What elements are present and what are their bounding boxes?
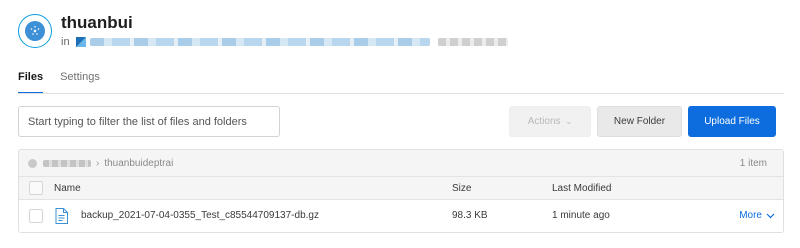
actions-button[interactable]: Actions ⌄ [509, 106, 591, 137]
bucket-dot-icon [28, 158, 37, 168]
item-count: 1 item [739, 158, 767, 169]
redacted-path-suffix [437, 38, 508, 46]
column-size[interactable]: Size [452, 183, 471, 194]
new-folder-button[interactable]: New Folder [597, 106, 682, 137]
page-title: thuanbui [61, 13, 133, 32]
more-button[interactable]: More [739, 210, 775, 221]
actions-label: Actions [527, 116, 561, 127]
select-all-checkbox[interactable] [29, 181, 43, 195]
more-label: More [739, 210, 762, 221]
breadcrumb-current: thuanbuideptrai [104, 157, 174, 169]
column-last-modified[interactable]: Last Modified [552, 183, 611, 194]
bucket-location: in [61, 36, 508, 48]
redacted-path[interactable] [89, 38, 430, 46]
file-document-icon [55, 208, 68, 224]
chevron-right-icon: › [96, 157, 100, 169]
filter-input[interactable] [18, 106, 280, 137]
file-size: 98.3 KB [452, 210, 488, 221]
avatar [18, 14, 52, 48]
globe-icon [25, 21, 45, 41]
bucket-header: thuanbui in [18, 13, 778, 50]
file-name[interactable]: backup_2021-07-04-0355_Test_c85544709137… [81, 210, 319, 221]
upload-files-button[interactable]: Upload Files [688, 106, 776, 137]
column-name[interactable]: Name [54, 183, 81, 194]
tab-divider [18, 93, 784, 94]
row-checkbox[interactable] [29, 209, 43, 223]
bucket-icon [75, 37, 86, 47]
tab-bar: Files Settings [18, 70, 100, 94]
table-row[interactable]: backup_2021-07-04-0355_Test_c85544709137… [19, 200, 783, 232]
in-label: in [61, 36, 70, 48]
file-browser: › thuanbuideptrai 1 item Name Size Last … [18, 149, 784, 233]
file-modified: 1 minute ago [552, 210, 610, 221]
table-header: Name Size Last Modified [19, 177, 783, 200]
tab-files[interactable]: Files [18, 70, 44, 94]
breadcrumb-root-redacted[interactable] [43, 159, 91, 167]
tab-settings[interactable]: Settings [60, 70, 100, 94]
breadcrumb: › thuanbuideptrai 1 item [19, 150, 783, 177]
chevron-down-icon [766, 213, 775, 218]
chevron-down-icon: ⌄ [565, 117, 573, 126]
